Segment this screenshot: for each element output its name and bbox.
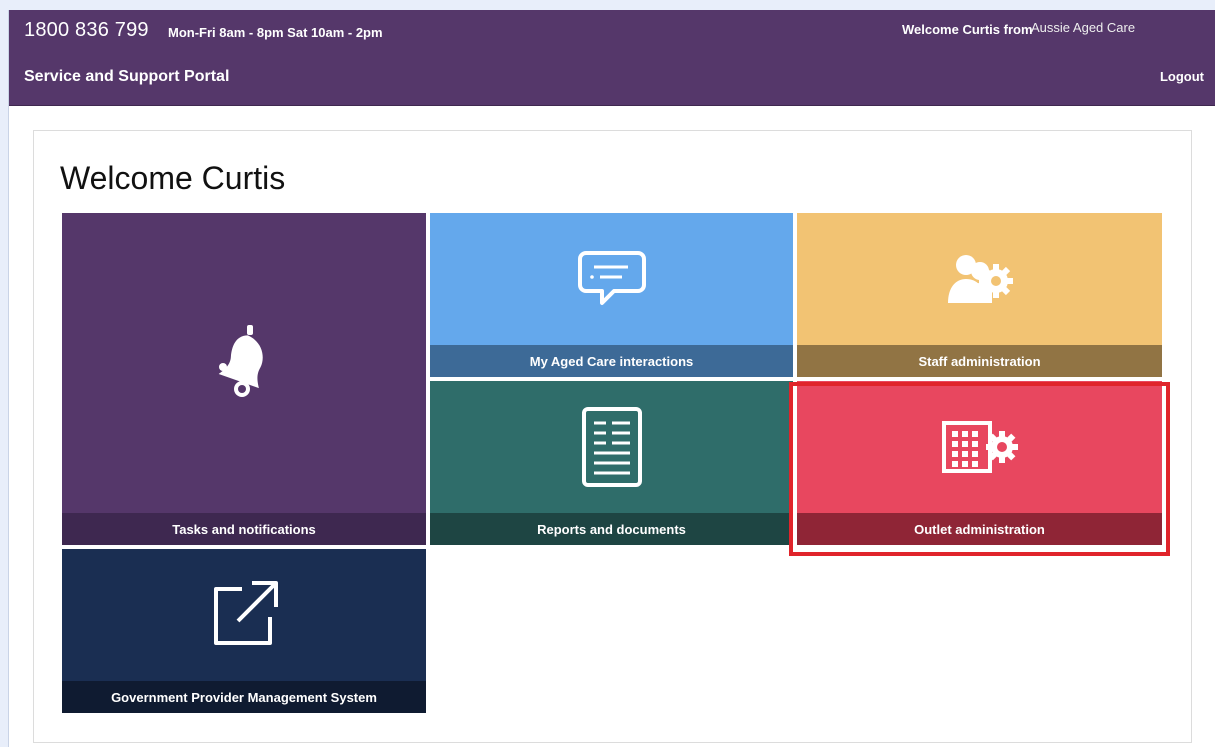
dashboard-card: Welcome Curtis Tasks and notifications M… xyxy=(33,130,1192,743)
header-bar: 1800 836 799 Mon-Fri 8am - 8pm Sat 10am … xyxy=(9,10,1215,106)
tile-my-aged-care-interactions[interactable]: My Aged Care interactions xyxy=(430,213,793,377)
people-gear-icon xyxy=(947,255,1013,303)
external-link-icon xyxy=(214,581,278,645)
tile-label: Tasks and notifications xyxy=(62,513,426,545)
tile-label: Reports and documents xyxy=(430,513,793,545)
logout-link[interactable]: Logout xyxy=(1160,69,1204,84)
tile-label: My Aged Care interactions xyxy=(430,345,793,377)
bell-icon xyxy=(218,325,263,397)
tile-gpms[interactable]: Government Provider Management System xyxy=(62,549,426,713)
tile-staff-administration[interactable]: Staff administration xyxy=(797,213,1162,377)
document-icon xyxy=(581,407,642,487)
portal-title: Service and Support Portal xyxy=(24,68,230,85)
tile-tasks-notifications[interactable]: Tasks and notifications xyxy=(62,213,426,545)
chat-bubble-icon xyxy=(577,251,646,305)
phone-number: 1800 836 799 xyxy=(24,19,149,41)
opening-hours: Mon-Fri 8am - 8pm Sat 10am - 2pm xyxy=(168,25,383,40)
tile-reports-documents[interactable]: Reports and documents xyxy=(430,381,793,545)
tile-label: Staff administration xyxy=(797,345,1162,377)
welcome-user-text: Welcome Curtis from xyxy=(902,22,1033,37)
tile-label: Government Provider Management System xyxy=(62,681,426,713)
organisation-name: Aussie Aged Care xyxy=(1031,20,1136,35)
page-title: Welcome Curtis xyxy=(60,160,286,196)
browser-viewport: 1800 836 799 Mon-Fri 8am - 8pm Sat 10am … xyxy=(8,10,1215,747)
highlight-box xyxy=(789,382,1170,556)
